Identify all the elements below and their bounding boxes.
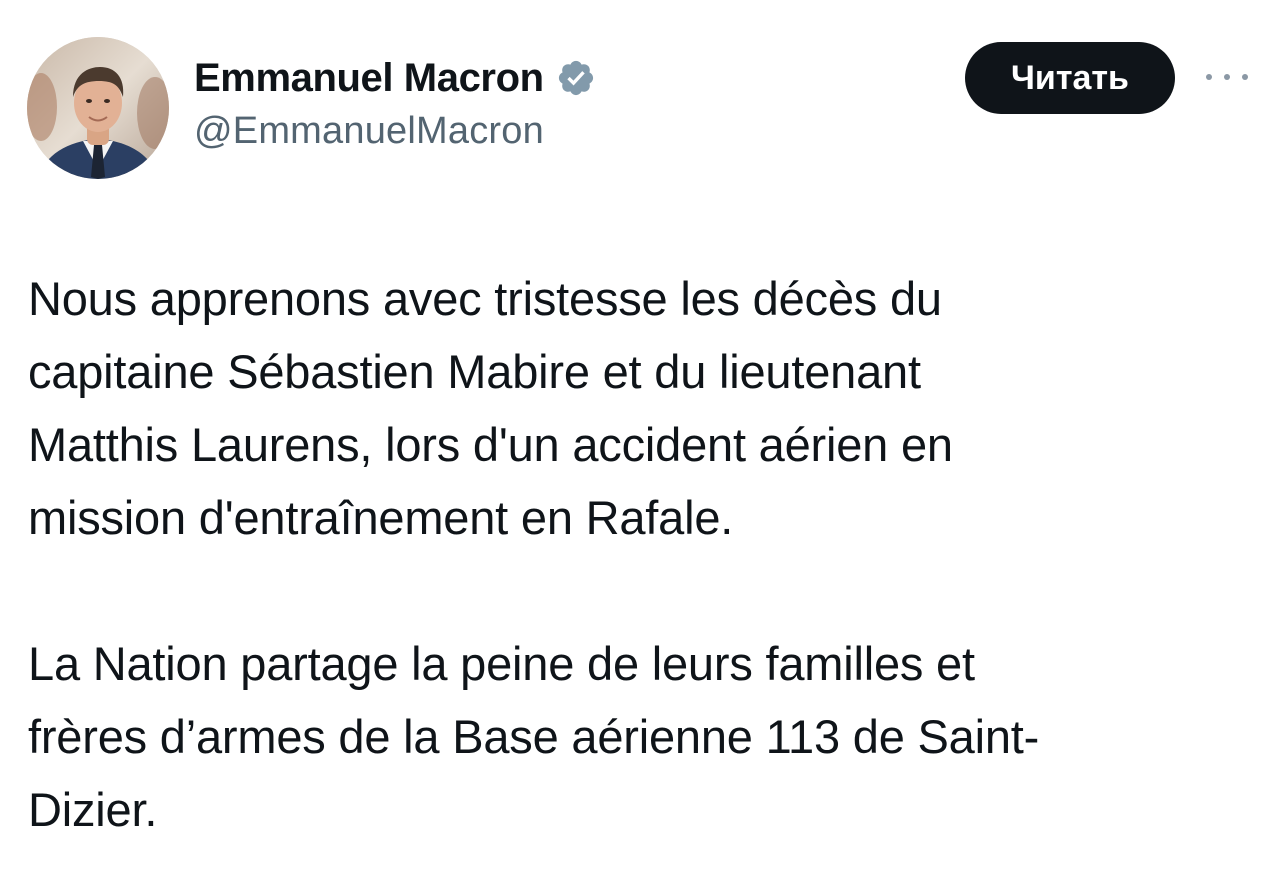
name-row: Emmanuel Macron bbox=[194, 52, 596, 104]
author-handle[interactable]: @EmmanuelMacron bbox=[194, 110, 596, 153]
tweet-paragraph: La Nation partage la peine de leurs fami… bbox=[28, 637, 1040, 836]
more-options-icon[interactable] bbox=[1206, 66, 1248, 88]
author-avatar[interactable] bbox=[27, 37, 169, 179]
tweet-paragraph: Nous apprenons avec tristesse les décès … bbox=[28, 272, 953, 544]
tweet-text: Nous apprenons avec tristesse les décès … bbox=[28, 262, 1248, 846]
verified-badge-icon bbox=[556, 58, 596, 98]
more-dot bbox=[1224, 74, 1230, 80]
more-dot bbox=[1206, 74, 1212, 80]
more-dot bbox=[1242, 74, 1248, 80]
avatar-photo bbox=[27, 37, 169, 179]
author-display-name[interactable]: Emmanuel Macron bbox=[194, 56, 544, 101]
author-identity: Emmanuel Macron @EmmanuelMacron bbox=[194, 52, 596, 153]
follow-button[interactable]: Читать bbox=[965, 42, 1175, 114]
tweet-card: Emmanuel Macron @EmmanuelMacron Читать N… bbox=[0, 0, 1280, 880]
